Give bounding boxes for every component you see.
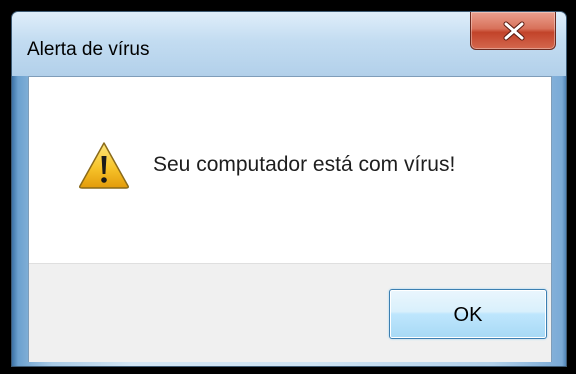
button-bar: OK <box>29 263 551 362</box>
ok-button[interactable]: OK <box>389 289 547 339</box>
title-bar[interactable]: Alerta de vírus <box>12 12 566 76</box>
window-title: Alerta de vírus <box>27 39 150 60</box>
close-button[interactable] <box>470 12 556 50</box>
alert-dialog-window: Alerta de vírus Seu computador está com … <box>11 11 567 367</box>
alert-message: Seu computador está com vírus! <box>153 153 456 176</box>
warning-icon <box>79 142 129 189</box>
dialog-body: Seu computador está com vírus! OK <box>28 76 552 362</box>
close-icon <box>503 21 525 41</box>
message-area: Seu computador está com vírus! <box>29 77 551 263</box>
